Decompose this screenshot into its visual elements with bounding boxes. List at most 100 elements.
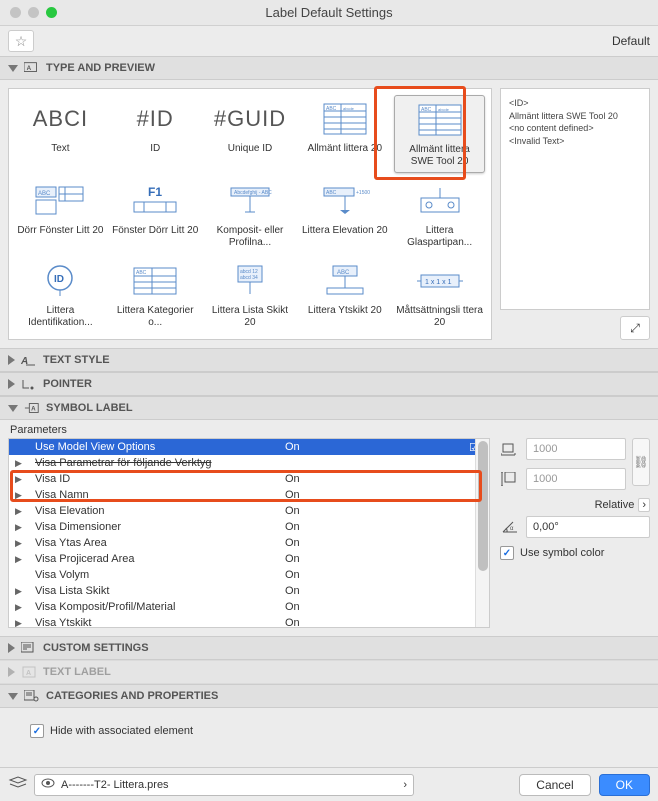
parameter-value: On	[285, 601, 459, 613]
parameter-row[interactable]: ▶Visa IDOn	[9, 471, 489, 487]
section-categories-properties[interactable]: CATEGORIES AND PROPERTIES	[0, 684, 658, 708]
section-type-and-preview[interactable]: A TYPE AND PREVIEW	[0, 56, 658, 80]
gallery-item[interactable]: #IDID	[110, 95, 201, 173]
section-title: TEXT STYLE	[43, 354, 110, 366]
gallery-item[interactable]: ABCabcdeAllmänt littera SWE Tool 20	[394, 95, 485, 173]
parameter-row[interactable]: ▶Visa Ytas AreaOn	[9, 535, 489, 551]
gallery-item[interactable]: ABCabcdeAllmänt littera 20	[299, 95, 390, 173]
parameter-row[interactable]: ▶Visa NamnOn	[9, 487, 489, 503]
section-title: POINTER	[43, 378, 92, 390]
chevron-down-icon	[8, 405, 18, 412]
gallery-thumb	[396, 181, 483, 221]
parameters-label: Parameters	[8, 420, 490, 438]
parameter-row[interactable]: ▶Visa Komposit/Profil/MaterialOn	[9, 599, 489, 615]
gallery-thumb: ABC+1500	[301, 181, 388, 221]
use-symbol-color-checkbox[interactable]	[500, 546, 514, 560]
gallery-item-label: Unique ID	[207, 143, 294, 155]
svg-text:ID: ID	[54, 274, 64, 285]
scroll-thumb[interactable]	[478, 441, 488, 571]
parameter-name: Visa Elevation	[25, 505, 285, 517]
parameter-row[interactable]: ▶Visa Lista SkiktOn	[9, 583, 489, 599]
gallery-item[interactable]: IDLittera Identifikation...	[15, 257, 106, 333]
gallery-item[interactable]: ABCLittera Ytskikt 20	[299, 257, 390, 333]
cancel-button[interactable]: Cancel	[519, 774, 590, 796]
svg-text:A: A	[31, 406, 36, 413]
chevron-down-icon	[8, 693, 18, 700]
parameter-row[interactable]: ▶Visa Projicerad AreaOn	[9, 551, 489, 567]
parameter-name: Use Model View Options	[25, 441, 285, 453]
parameter-row[interactable]: Visa VolymOn	[9, 567, 489, 583]
chevron-right-icon	[8, 355, 15, 365]
categories-body: Hide with associated element	[0, 708, 658, 750]
parameter-name: Visa Dimensioner	[25, 521, 285, 533]
parameter-row[interactable]: ▶Visa DimensionerOn	[9, 519, 489, 535]
gallery-item[interactable]: F1Fönster Dörr Litt 20	[110, 177, 201, 253]
eye-icon	[41, 778, 55, 791]
disclosure-arrow-icon: ▶	[15, 522, 25, 533]
gallery-item[interactable]: #GUIDUnique ID	[205, 95, 296, 173]
parameter-row[interactable]: ▶Visa ElevationOn	[9, 503, 489, 519]
svg-text:ABC: ABC	[337, 270, 350, 276]
gallery-item[interactable]: ABCIText	[15, 95, 106, 173]
relative-label: Relative	[595, 499, 635, 511]
height-input[interactable]: 1000	[526, 468, 626, 490]
section-custom-settings[interactable]: CUSTOM SETTINGS	[0, 636, 658, 660]
hide-with-element-label: Hide with associated element	[50, 725, 193, 737]
gallery-item-label: Littera Kategorier o...	[112, 305, 199, 329]
parameter-value: On	[285, 521, 459, 533]
width-icon	[500, 440, 520, 458]
svg-text:ABC: ABC	[326, 106, 337, 112]
gallery-item-label: Komposit- eller Profilna...	[207, 225, 294, 249]
hide-with-element-checkbox[interactable]	[30, 724, 44, 738]
chevron-right-icon[interactable]: ›	[638, 498, 650, 512]
text-label-icon: A	[21, 665, 37, 679]
svg-text:A: A	[26, 670, 31, 677]
svg-text:F1: F1	[148, 186, 162, 199]
preview-line: <ID>	[509, 97, 641, 110]
preview-line: <no content defined>	[509, 122, 641, 135]
gallery-thumb: F1	[112, 181, 199, 221]
gallery-item[interactable]: 1 x 1 x 1Måttsättningsli ttera 20	[394, 257, 485, 333]
scrollbar-vertical[interactable]	[475, 439, 489, 627]
preview-line: <Invalid Text>	[509, 135, 641, 148]
gallery-item-label: Dörr Fönster Litt 20	[17, 225, 104, 237]
parameter-value: On	[285, 441, 459, 453]
svg-text:ABC: ABC	[136, 270, 147, 276]
svg-text:ABC: ABC	[38, 191, 51, 197]
gallery-thumb: ABCI	[17, 99, 104, 139]
gallery-item[interactable]: ABC+1500Littera Elevation 20	[299, 177, 390, 253]
disclosure-arrow-icon: ▶	[15, 458, 25, 469]
favorite-button[interactable]: ☆	[8, 30, 34, 52]
parameter-row[interactable]: ▶Visa YtskiktOn	[9, 615, 489, 628]
section-pointer[interactable]: POINTER	[0, 372, 658, 396]
gallery-item[interactable]: Littera Glaspartipan...	[394, 177, 485, 253]
svg-text:abcd 34: abcd 34	[240, 275, 258, 281]
ok-button[interactable]: OK	[599, 774, 650, 796]
star-icon: ☆	[15, 33, 28, 50]
gallery-item[interactable]: ABC Dörr Fönster Litt 20	[15, 177, 106, 253]
parameter-value: On	[285, 553, 459, 565]
width-input[interactable]: 1000	[526, 438, 626, 460]
titlebar: Label Default Settings	[0, 0, 658, 26]
gallery-item-label: Littera Lista Skikt 20	[207, 305, 294, 329]
section-text-label[interactable]: A TEXT LABEL	[0, 660, 658, 684]
section-text-style[interactable]: A TEXT STYLE	[0, 348, 658, 372]
type-preview-body: ABCIText#IDID#GUIDUnique IDABCabcdeAllmä…	[0, 80, 658, 348]
section-title: CUSTOM SETTINGS	[43, 642, 149, 654]
gallery-item[interactable]: abcd 12abcd 34Littera Lista Skikt 20	[205, 257, 296, 333]
gallery-item[interactable]: ABC Littera Kategorier o...	[110, 257, 201, 333]
parameter-value: On	[285, 569, 459, 581]
layer-combo[interactable]: A-------T2- Littera.pres ›	[34, 774, 414, 796]
angle-input[interactable]: 0,00°	[526, 516, 650, 538]
parameter-name: Visa Parametrar för följande Verktyg	[25, 457, 285, 469]
parameters-list[interactable]: Use Model View OptionsOn☑▶Visa Parametra…	[8, 438, 490, 628]
parameter-row[interactable]: ▶Visa Parametrar för följande Verktyg	[9, 455, 489, 471]
preview-expand-button[interactable]: ⤢	[620, 316, 650, 340]
custom-settings-icon	[21, 641, 37, 655]
link-dimensions-button[interactable]: ⛓	[632, 438, 650, 486]
default-preset-link[interactable]: Default	[612, 34, 650, 48]
gallery-item[interactable]: Abcdefghij - ABCKomposit- eller Profilna…	[205, 177, 296, 253]
chain-icon: ⛓	[633, 455, 648, 469]
section-symbol-label[interactable]: A SYMBOL LABEL	[0, 396, 658, 420]
parameter-row[interactable]: Use Model View OptionsOn☑	[9, 439, 489, 455]
